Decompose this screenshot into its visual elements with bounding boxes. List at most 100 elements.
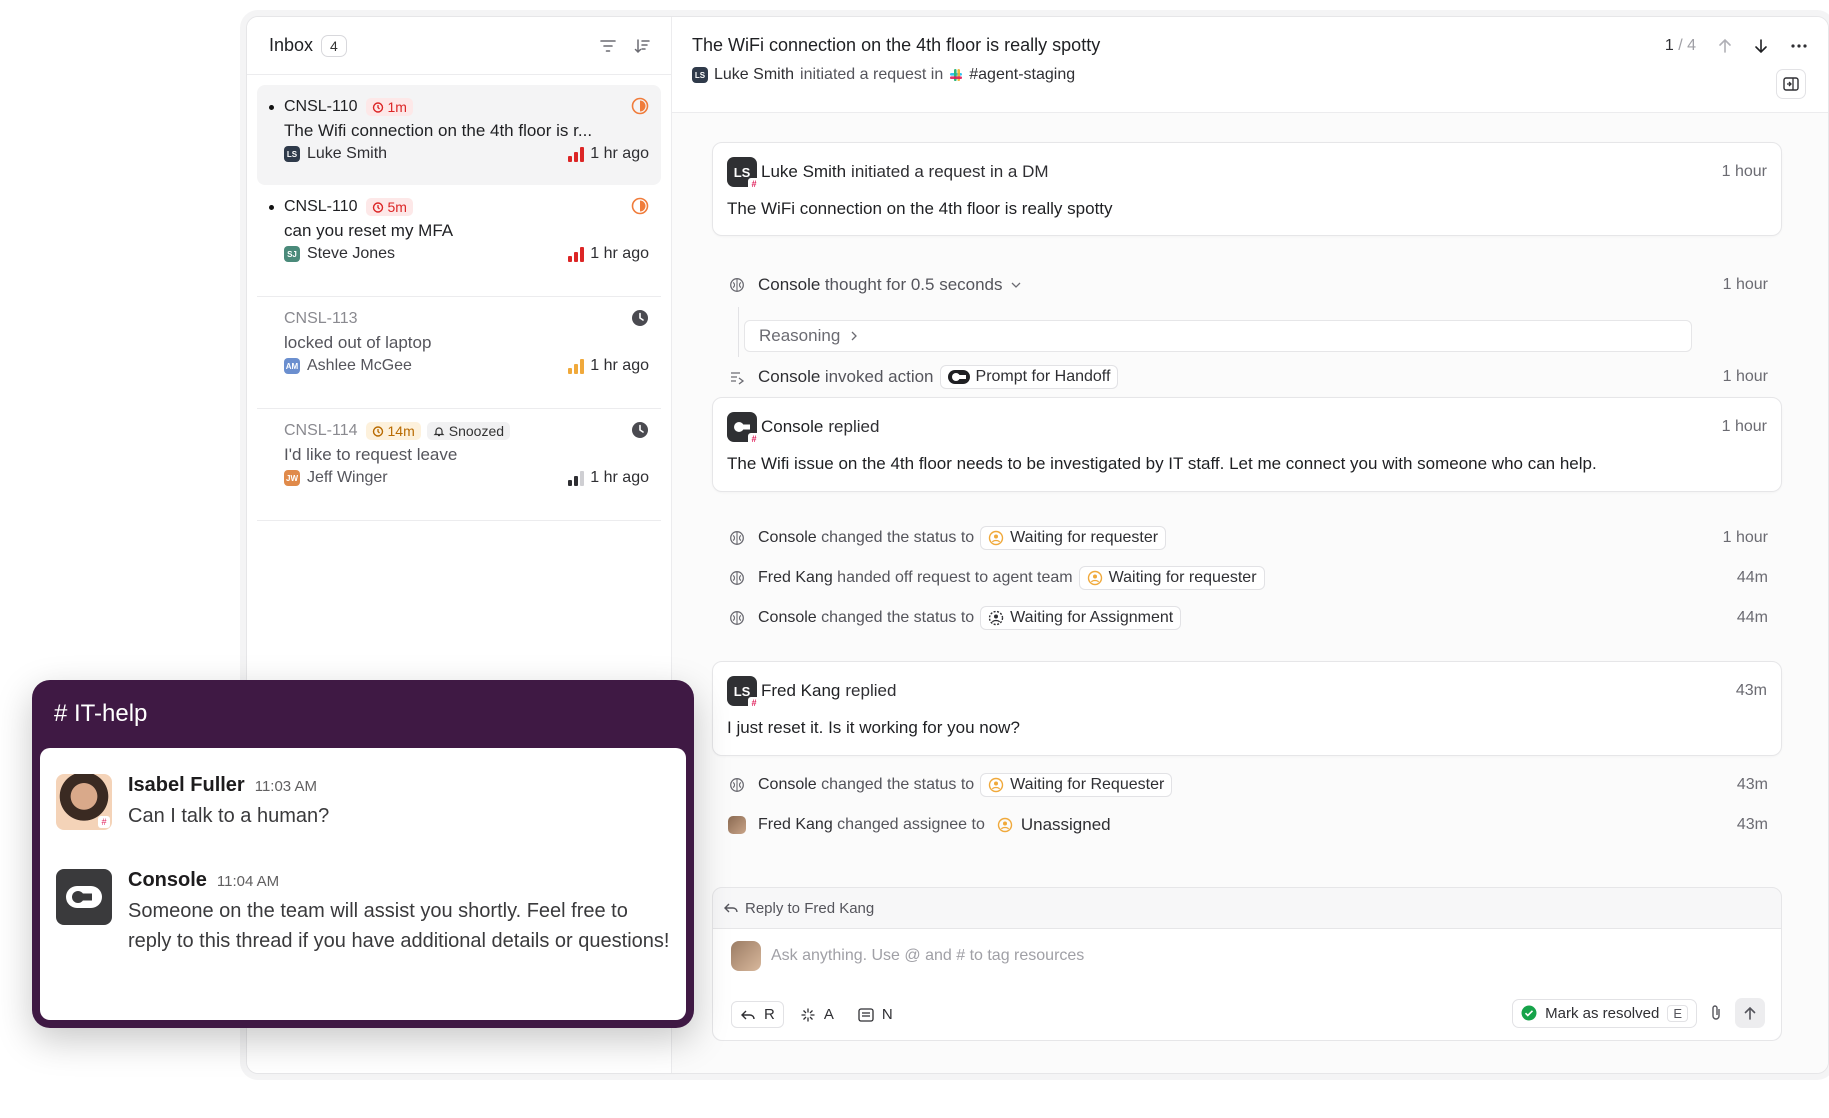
requester-name: Ashlee McGee: [307, 357, 412, 374]
chevron-down-icon[interactable]: [1011, 281, 1021, 289]
reply-target: Reply to Fred Kang: [713, 888, 1781, 928]
unread-dot: [269, 204, 274, 210]
arrow-down-icon[interactable]: [1754, 38, 1768, 54]
request-origin: LS Luke Smith initiated a request in #ag…: [692, 66, 1808, 84]
ticket-id: CNSL-110: [284, 98, 358, 115]
reply-arrow-icon: [741, 1010, 755, 1019]
ai-assist-button[interactable]: A: [792, 1002, 842, 1027]
ticket-item[interactable]: CNSL-113 locked out of laptop AM Ashlee …: [257, 297, 661, 409]
event-time: 1 hour: [1722, 368, 1768, 385]
waiting-status-icon: [988, 530, 1004, 546]
timeline-event: Console thought for 0.5 seconds 1 hour: [728, 272, 1768, 298]
reply-input[interactable]: Ask anything. Use @ and # to tag resourc…: [731, 941, 1084, 971]
ticket-pager: 1 / 4: [1665, 37, 1808, 55]
slack-icon: [950, 69, 963, 81]
requester-avatar: AM: [284, 358, 300, 374]
ticket-item[interactable]: CNSL-114 14m Snoozed I'd like to request…: [257, 409, 661, 521]
filter-icon[interactable]: [599, 37, 617, 55]
priority-medium-icon: [568, 358, 585, 374]
message-author: Console: [761, 417, 824, 436]
ticket-item[interactable]: CNSL-110 5m can you reset my MFA SJ Stev…: [257, 185, 661, 297]
detail-header: The WiFi connection on the 4th floor is …: [672, 17, 1828, 113]
status-chip: Waiting for requester: [1078, 566, 1265, 590]
timer-icon: [372, 102, 383, 113]
side-panel-toggle-button[interactable]: [1776, 69, 1806, 99]
more-options-icon[interactable]: [1790, 43, 1808, 49]
sla-timer-badge: 14m: [365, 422, 421, 440]
waiting-status-icon: [988, 777, 1004, 793]
ticket-subject: I'd like to request leave: [284, 445, 458, 464]
arrow-up-icon[interactable]: [1718, 38, 1732, 54]
inbox-count-badge: 4: [321, 34, 347, 57]
status-chip: Waiting for Requester: [980, 773, 1173, 797]
sla-timer-badge: 1m: [365, 98, 413, 116]
avatar: #: [56, 774, 112, 830]
timeline-event: Console invoked action Prompt for Handof…: [728, 364, 1768, 390]
message-author: Console: [128, 869, 207, 891]
requester-avatar: LS: [692, 67, 708, 83]
ticket-time: 1 hr ago: [590, 245, 649, 262]
requester-name[interactable]: Luke Smith: [714, 66, 794, 84]
assignee-value: Unassigned: [1020, 815, 1111, 834]
slack-channel-name: # IT-help: [54, 700, 148, 727]
sparkle-icon: [801, 1008, 815, 1021]
timeline-event: Fred Kang changed assignee to Unassigned…: [728, 812, 1768, 838]
snoozed-badge: Snoozed: [426, 422, 511, 440]
ticket-time: 1 hr ago: [590, 145, 649, 162]
event-time: 1 hour: [1722, 529, 1768, 546]
message-card: # Console replied 1 hour The Wifi issue …: [712, 397, 1782, 492]
ticket-id: CNSL-114: [284, 422, 358, 439]
action-icon: [728, 368, 746, 386]
message-author: Luke Smith: [761, 162, 847, 181]
ticket-subject: The Wifi connection on the 4th floor is …: [284, 121, 593, 140]
sla-timer-badge: 5m: [365, 198, 413, 216]
arrow-up-icon: [1744, 1006, 1756, 1020]
ticket-time: 1 hr ago: [590, 469, 649, 486]
event-time: 43m: [1736, 816, 1768, 833]
mark-resolved-button[interactable]: Mark as resolved E: [1512, 998, 1697, 1028]
message-time: 11:04 AM: [216, 873, 280, 890]
in-progress-status-icon: [631, 197, 649, 215]
send-button[interactable]: [1735, 998, 1765, 1028]
avatar: [731, 941, 761, 971]
brain-icon: [728, 529, 746, 547]
requester-avatar: SJ: [284, 246, 300, 262]
timer-icon: [372, 426, 383, 437]
reply-arrow-icon: [724, 903, 738, 913]
ticket-subject: locked out of laptop: [284, 333, 432, 352]
user-avatar-icon: [728, 816, 746, 834]
message-body: Can I talk to a human?: [128, 805, 330, 827]
ticket-subject: can you reset my MFA: [284, 221, 454, 240]
priority-urgent-icon: [568, 246, 585, 262]
chevron-right-icon: [851, 331, 858, 341]
slack-badge-icon: #: [748, 178, 760, 190]
timer-icon: [372, 202, 383, 213]
reasoning-toggle[interactable]: Reasoning: [744, 320, 1692, 352]
reply-composer: Reply to Fred Kang Ask anything. Use @ a…: [712, 887, 1782, 1041]
priority-low-icon: [568, 470, 585, 486]
message-body: I just reset it. Is it working for you n…: [727, 718, 1020, 737]
attachment-icon[interactable]: [1709, 1004, 1723, 1022]
page-title: The WiFi connection on the 4th floor is …: [692, 35, 1101, 55]
inbox-header: Inbox 4: [247, 17, 671, 75]
unassigned-icon: [997, 817, 1013, 833]
clock-status-icon: [632, 422, 648, 438]
message-time: 43m: [1735, 682, 1767, 699]
console-logo-icon: [734, 422, 750, 432]
ticket-item[interactable]: CNSL-110 1m The Wifi connection on the 4…: [257, 85, 661, 185]
status-chip: Waiting for Assignment: [980, 606, 1182, 630]
avatar: LS #: [727, 676, 760, 709]
note-button[interactable]: N: [850, 1002, 901, 1027]
slack-messages: # Isabel Fuller 11:03 AM Can I talk to a…: [40, 748, 686, 1020]
action-chip[interactable]: Prompt for Handoff: [939, 365, 1119, 389]
bell-snooze-icon: [433, 427, 445, 437]
channel-link[interactable]: #agent-staging: [969, 66, 1075, 84]
brain-icon: [728, 776, 746, 794]
sort-icon[interactable]: [633, 37, 651, 55]
slack-message: # Isabel Fuller 11:03 AM Can I talk to a…: [56, 774, 670, 831]
waiting-status-icon: [1087, 570, 1102, 586]
check-circle-icon: [1521, 1005, 1537, 1021]
thread-line: [738, 307, 739, 357]
reply-mode-button[interactable]: R: [731, 1001, 784, 1028]
console-avatar: [56, 869, 112, 925]
